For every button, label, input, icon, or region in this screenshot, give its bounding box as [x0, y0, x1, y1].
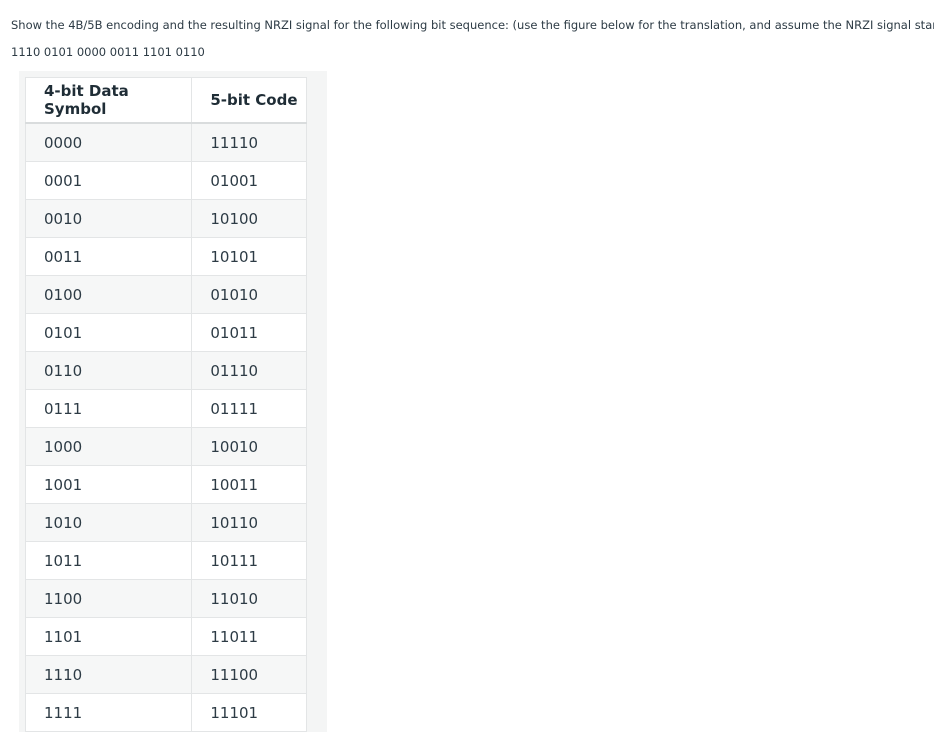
- table-header-row: 4-bit Data Symbol 5-bit Code: [24, 77, 307, 124]
- code-cell: 11011: [191, 617, 307, 656]
- data-symbol-cell: 1111: [24, 693, 193, 732]
- table-row: 1011 10111: [24, 541, 307, 580]
- code-cell: 10111: [191, 541, 307, 580]
- data-symbol-cell: 1001: [24, 465, 193, 504]
- code-cell: 11101: [191, 693, 307, 732]
- table-row: 1001 10011: [24, 465, 307, 504]
- table-row: 1100 11010: [24, 579, 307, 618]
- code-cell: 11010: [191, 579, 307, 618]
- bit-sequence: 1110 0101 0000 0011 1101 0110: [11, 45, 205, 59]
- data-symbol-cell: 0100: [24, 275, 193, 314]
- table-row: 1010 10110: [24, 503, 307, 542]
- question-text: Show the 4B/5B encoding and the resultin…: [11, 18, 934, 32]
- encoding-table-container: 4-bit Data Symbol 5-bit Code 0000 11110 …: [19, 71, 327, 732]
- table-row: 1000 10010: [24, 427, 307, 466]
- code-cell: 10011: [191, 465, 307, 504]
- header-5bit-code: 5-bit Code: [191, 77, 307, 124]
- table-row: 1101 11011: [24, 617, 307, 656]
- data-symbol-cell: 0101: [24, 313, 193, 352]
- code-cell: 10010: [191, 427, 307, 466]
- code-cell: 10110: [191, 503, 307, 542]
- code-cell: 10101: [191, 237, 307, 276]
- table-row: 0000 11110: [24, 122, 307, 162]
- table-row: 1111 11101: [24, 693, 307, 732]
- code-cell: 11100: [191, 655, 307, 694]
- table-row: 0110 01110: [24, 351, 307, 390]
- header-4bit-data-symbol: 4-bit Data Symbol: [24, 77, 193, 124]
- code-cell: 10100: [191, 199, 307, 238]
- table-row: 1110 11100: [24, 655, 307, 694]
- table-row: 0010 10100: [24, 199, 307, 238]
- data-symbol-cell: 1010: [24, 503, 193, 542]
- data-symbol-cell: 1100: [24, 579, 193, 618]
- data-symbol-cell: 0111: [24, 389, 193, 428]
- data-symbol-cell: 1110: [24, 655, 193, 694]
- code-cell: 01001: [191, 161, 307, 200]
- code-cell: 01011: [191, 313, 307, 352]
- code-cell: 01110: [191, 351, 307, 390]
- data-symbol-cell: 0010: [24, 199, 193, 238]
- table-row: 0011 10101: [24, 237, 307, 276]
- encoding-table: 4-bit Data Symbol 5-bit Code 0000 11110 …: [24, 77, 307, 732]
- data-symbol-cell: 1011: [24, 541, 193, 580]
- data-symbol-cell: 1101: [24, 617, 193, 656]
- table-row: 0111 01111: [24, 389, 307, 428]
- data-symbol-cell: 1000: [24, 427, 193, 466]
- data-symbol-cell: 0001: [24, 161, 193, 200]
- code-cell: 01010: [191, 275, 307, 314]
- table-row: 0001 01001: [24, 161, 307, 200]
- table-row: 0100 01010: [24, 275, 307, 314]
- code-cell: 01111: [191, 389, 307, 428]
- data-symbol-cell: 0000: [24, 122, 193, 162]
- table-row: 0101 01011: [24, 313, 307, 352]
- data-symbol-cell: 0011: [24, 237, 193, 276]
- data-symbol-cell: 0110: [24, 351, 193, 390]
- code-cell: 11110: [191, 122, 307, 162]
